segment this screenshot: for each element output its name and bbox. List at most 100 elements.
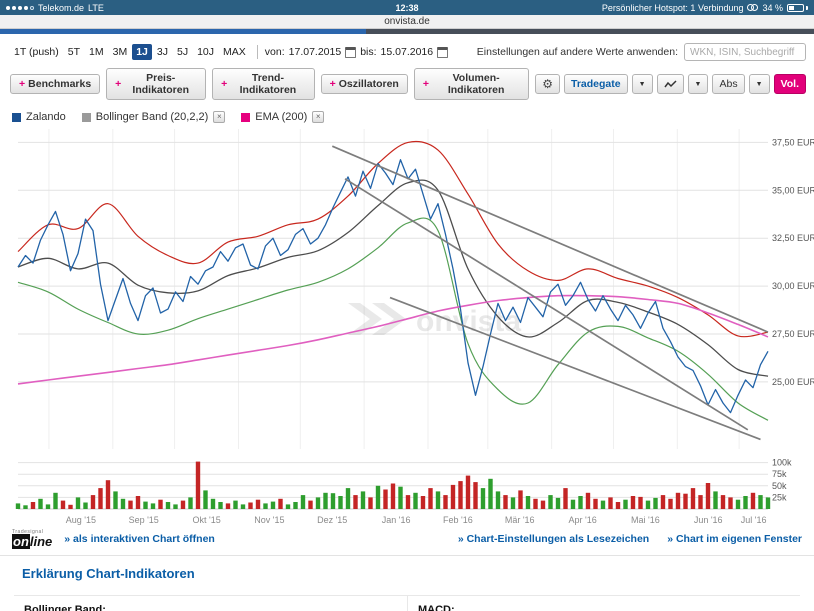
range-button-1m[interactable]: 1M [85, 44, 108, 60]
von-date-value[interactable]: 17.07.2015 [289, 46, 342, 58]
apply-settings-group: Einstellungen auf andere Werte anwenden: [477, 43, 806, 61]
range-button-5t[interactable]: 5T [64, 44, 84, 60]
indicator-button-label: Trend-Indikatoren [230, 72, 305, 96]
indicator-button-label: Oszillatoren [339, 78, 399, 90]
price-axis-label: 35,00 EUR [772, 185, 814, 195]
instrument-search-input[interactable] [684, 43, 806, 61]
volume-axis-label: 50k [772, 481, 787, 491]
chart-footer: Tradesignal online » als interaktiven Ch… [0, 529, 814, 551]
calendar-icon[interactable] [345, 47, 356, 58]
add-trend-indikatoren-button[interactable]: +Trend-Indikatoren [212, 68, 314, 100]
date-range-group: von: 17.07.2015 bis: 15.07.2016 [265, 46, 448, 58]
hotspot-status-label: Persönlicher Hotspot: 1 Verbindung [602, 3, 744, 13]
chart-toolbar: 1T (push)5T1M3M1J3J5J10JMAX von: 17.07.2… [0, 34, 814, 64]
von-label: von: [265, 46, 285, 58]
indicator-button-label: Preis-Indikatoren [124, 72, 197, 96]
bollinger-explanation-label: Bollinger Band: [14, 595, 407, 611]
month-axis-label: Jun '16 [694, 515, 723, 525]
range-button-max[interactable]: MAX [219, 44, 250, 60]
clock-label: 12:38 [395, 3, 418, 13]
ema-200-line [18, 296, 768, 384]
volume-axis-label: 100k [772, 458, 792, 468]
month-axis-label: Nov '15 [254, 515, 284, 525]
price-axis-label: 25,00 EUR [772, 377, 814, 387]
logo-on: on [12, 534, 30, 549]
bookmark-settings-link[interactable]: » Chart-Einstellungen als Lesezeichen [458, 533, 649, 545]
bis-date-value[interactable]: 15.07.2016 [381, 46, 434, 58]
chart-type-dropdown-button[interactable]: ▼ [688, 74, 709, 94]
section-heading: Erklärung Chart-Indikatoren [22, 566, 800, 581]
month-axis-label: Jan '16 [382, 515, 411, 525]
remove-indicator-button[interactable]: × [312, 111, 324, 123]
plus-icon: + [115, 78, 121, 90]
line-chart-icon [664, 79, 677, 90]
apply-settings-label: Einstellungen auf andere Werte anwenden: [477, 46, 678, 58]
bis-label: bis: [360, 46, 376, 58]
price-axis-label: 27,50 EUR [772, 329, 814, 339]
legend-swatch [241, 113, 250, 122]
legend-label: EMA (200) [255, 111, 307, 123]
month-axis-label: Jul '16 [741, 515, 767, 525]
add-benchmarks-button[interactable]: +Benchmarks [10, 74, 100, 94]
add-preis-indikatoren-button[interactable]: +Preis-Indikatoren [106, 68, 206, 100]
calendar-icon[interactable] [437, 47, 448, 58]
scale-mode-button[interactable]: Abs [712, 74, 744, 94]
price-volume-chart-svg: 37,50 EUR35,00 EUR32,50 EUR30,00 EUR27,5… [0, 127, 814, 529]
chart-legend: ZalandoBollinger Band (20,2,2)×EMA (200)… [0, 104, 814, 127]
browser-address-bar[interactable]: onvista.de [0, 15, 814, 29]
indicator-button-group: +Benchmarks+Preis-Indikatoren+Trend-Indi… [10, 68, 529, 100]
macd-explanation-label: MACD: [407, 595, 800, 611]
month-axis-label: Okt '15 [192, 515, 220, 525]
range-button-10j[interactable]: 10J [193, 44, 218, 60]
remove-indicator-button[interactable]: × [213, 111, 225, 123]
legend-item-ema-200: EMA (200) × [241, 111, 324, 123]
hotspot-link-icon [747, 4, 758, 11]
month-axis-label: Apr '16 [568, 515, 596, 525]
range-button-1t-push[interactable]: 1T (push) [10, 44, 63, 60]
plus-icon: + [19, 78, 25, 90]
open-chart-window-link[interactable]: » Chart im eigenen Fenster [667, 533, 802, 545]
price-axis-label: 37,50 EUR [772, 137, 814, 147]
range-button-1j[interactable]: 1J [132, 44, 152, 60]
plus-icon: + [330, 78, 336, 90]
legend-label: Zalando [26, 111, 66, 123]
price-axis-label: 32,50 EUR [772, 233, 814, 243]
legend-swatch [12, 113, 21, 122]
range-button-3j[interactable]: 3J [153, 44, 172, 60]
chart-type-button[interactable] [657, 74, 684, 94]
scale-dropdown-button[interactable]: ▼ [749, 74, 770, 94]
month-axis-label: Mai '16 [631, 515, 660, 525]
chevron-down-icon: ▼ [639, 81, 646, 88]
exchange-select-button[interactable]: Tradegate [564, 74, 628, 94]
volume-axis-label: 75k [772, 469, 787, 479]
range-button-5j[interactable]: 5J [173, 44, 192, 60]
add-oszillatoren-button[interactable]: +Oszillatoren [321, 74, 408, 94]
month-axis-label: Sep '15 [129, 515, 159, 525]
exchange-dropdown-button[interactable]: ▼ [632, 74, 653, 94]
stock-chart: 37,50 EUR35,00 EUR32,50 EUR30,00 EUR27,5… [0, 127, 814, 529]
tradesignal-logo: Tradesignal online [12, 530, 52, 548]
chevron-down-icon: ▼ [756, 81, 763, 88]
open-interactive-chart-link[interactable]: » als interaktiven Chart öffnen [64, 533, 215, 545]
month-axis-label: Feb '16 [443, 515, 473, 525]
ios-status-bar: Telekom.de LTE 12:38 Persönlicher Hotspo… [0, 0, 814, 15]
volume-axis-label: 25k [772, 492, 787, 502]
url-label: onvista.de [384, 16, 430, 27]
indicator-button-label: Benchmarks [28, 78, 91, 90]
bollinger-upper-line [18, 141, 768, 336]
indicator-explanation-section: Erklärung Chart-Indikatoren Bollinger Ba… [0, 555, 814, 611]
page-load-progress [0, 29, 814, 34]
add-volumen-indikatoren-button[interactable]: +Volumen-Indikatoren [414, 68, 529, 100]
chart-settings-button[interactable]: ⚙ [535, 74, 560, 94]
month-axis-label: Mär '16 [505, 515, 535, 525]
indicator-toolbar: +Benchmarks+Preis-Indikatoren+Trend-Indi… [0, 64, 814, 104]
battery-percent-label: 34 % [762, 3, 783, 13]
carrier-label: Telekom.de [38, 3, 84, 13]
chart-display-controls: ⚙ Tradegate ▼ ▼ Abs ▼ Vol. [535, 74, 806, 94]
volume-toggle-button[interactable]: Vol. [774, 74, 806, 94]
battery-icon [787, 4, 804, 12]
month-axis-label: Aug '15 [66, 515, 96, 525]
progress-fill [0, 29, 366, 34]
network-type-label: LTE [88, 3, 104, 13]
range-button-3m[interactable]: 3M [109, 44, 132, 60]
